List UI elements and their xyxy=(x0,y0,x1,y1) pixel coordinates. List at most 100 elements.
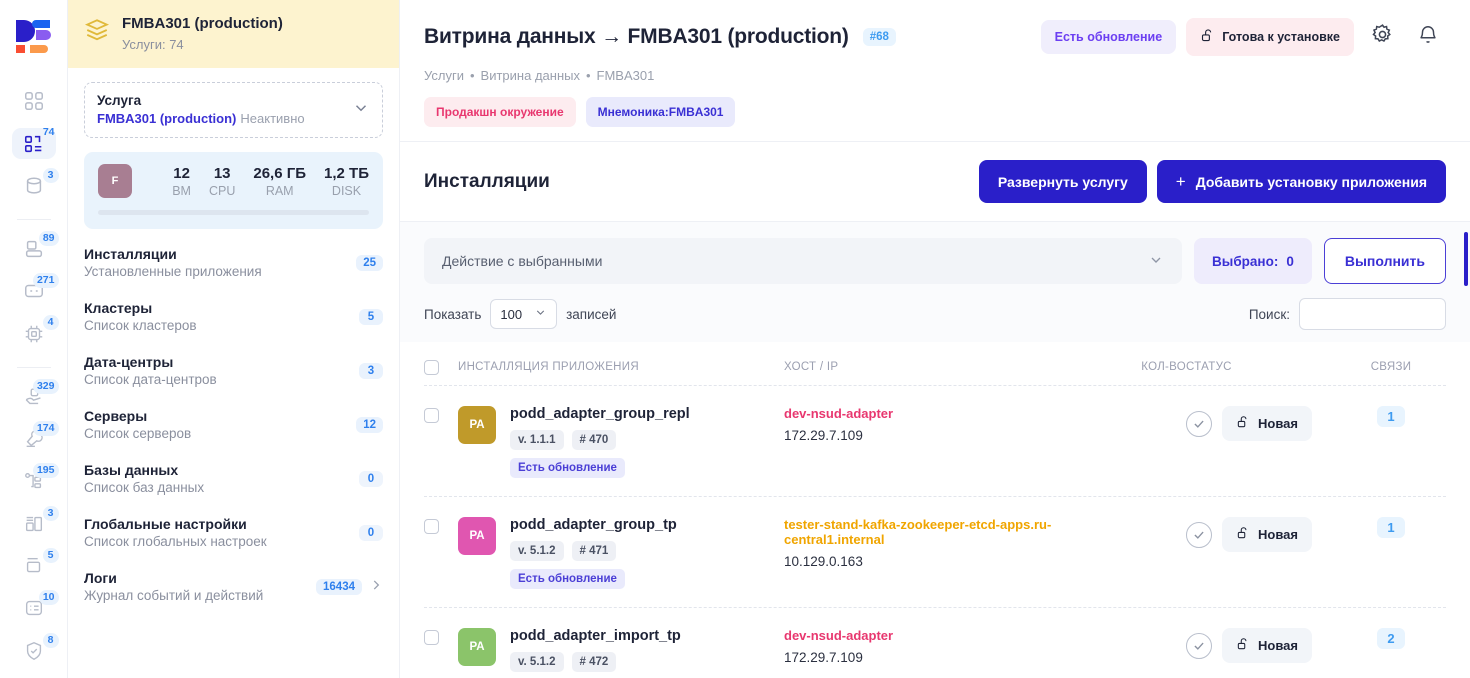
sidebar-item-label: Инсталляции xyxy=(84,246,262,262)
chevron-down-icon[interactable] xyxy=(352,99,370,120)
sidebar-item-datacenters[interactable]: Дата-центры Список дата-центров 3 xyxy=(84,343,383,397)
ds-logo[interactable] xyxy=(12,12,56,56)
app-name[interactable]: podd_adapter_group_tp xyxy=(510,517,677,533)
breadcrumb-item-2[interactable]: FMBA301 xyxy=(597,68,655,83)
section-title: Инсталляции xyxy=(424,171,550,193)
row-checkbox[interactable] xyxy=(424,630,439,645)
sidebar-item-logs[interactable]: Логи Журнал событий и действий 16434 xyxy=(84,559,383,613)
row-app-cell: PA podd_adapter_group_repl v. 1.1.1 # 47… xyxy=(458,406,784,478)
rail-item-databases[interactable]: 3 xyxy=(12,171,56,201)
app-avatar: PA xyxy=(458,406,496,444)
sidebar-item-databases[interactable]: Базы данных Список баз данных 0 xyxy=(84,451,383,505)
rail-item-servers[interactable]: 89 xyxy=(12,234,56,264)
stat-ram-value: 26,6 ГБ xyxy=(253,165,306,182)
rail-item-tasks[interactable]: 10 xyxy=(12,593,56,623)
status-label: Новая xyxy=(1258,638,1298,653)
service-avatar: F xyxy=(98,164,132,198)
header-actions: Есть обновление Готова к установке xyxy=(1041,18,1446,56)
row-checkbox[interactable] xyxy=(424,408,439,423)
breadcrumb-sep: • xyxy=(586,68,591,83)
service-selector-card[interactable]: Услуга FMBA301 (production)Неактивно xyxy=(84,82,383,138)
table-row[interactable]: PA podd_adapter_import_tp v. 5.1.2 # 472… xyxy=(424,608,1446,678)
tag-production-environment[interactable]: Продакшн окружение xyxy=(424,97,576,127)
sidebar-item-global-settings[interactable]: Глобальные настройки Список глобальных н… xyxy=(84,505,383,559)
chevron-right-icon[interactable] xyxy=(369,578,383,595)
service-nav-list: Инсталляции Установленные приложения 25 … xyxy=(84,235,383,613)
unlock-icon xyxy=(1236,526,1250,543)
unlock-icon xyxy=(1236,415,1250,432)
ready-to-install-pill[interactable]: Готова к установке xyxy=(1186,18,1354,56)
tag-mnemonic[interactable]: Мнемоника:FMBA301 xyxy=(586,97,736,127)
select-all-checkbox[interactable] xyxy=(424,360,439,375)
settings-button[interactable] xyxy=(1364,19,1400,55)
sidebar-item-count: 0 xyxy=(359,525,383,541)
rail-divider xyxy=(17,367,51,368)
row-status-cell: Новая xyxy=(1186,517,1336,552)
rail-item-security[interactable]: 8 xyxy=(12,636,56,666)
update-available-pill[interactable]: Есть обновление xyxy=(1041,20,1177,54)
page-title: Витрина данных → FMBA301 (production) xyxy=(424,25,849,49)
status-badge[interactable]: Новая xyxy=(1222,517,1312,552)
rail-item-stacks[interactable]: 5 xyxy=(12,551,56,581)
status-badge[interactable]: Новая xyxy=(1222,628,1312,663)
sidebar-item-servers[interactable]: Серверы Список серверов 12 xyxy=(84,397,383,451)
search-input[interactable] xyxy=(1299,298,1446,330)
rail-item-services[interactable]: 74 xyxy=(12,128,56,158)
app-name[interactable]: podd_adapter_group_repl xyxy=(510,406,690,422)
rail-item-applications[interactable]: 271 xyxy=(12,276,56,306)
row-checkbox[interactable] xyxy=(424,519,439,534)
vertical-scrollbar[interactable] xyxy=(1464,232,1468,286)
rail-badge: 89 xyxy=(39,231,59,246)
rail-item-dashboard[interactable] xyxy=(12,86,56,116)
host-name[interactable]: dev-nsud-adapter xyxy=(784,406,1126,421)
bell-icon xyxy=(1417,24,1439,51)
sidebar-item-count: 3 xyxy=(359,363,383,379)
installations-section-header: Инсталляции Развернуть услугу + Добавить… xyxy=(400,142,1470,221)
plus-icon: + xyxy=(1176,173,1186,190)
sidebar-item-installations[interactable]: Инсталляции Установленные приложения 25 xyxy=(84,235,383,289)
breadcrumb-item-0[interactable]: Услуги xyxy=(424,68,464,83)
breadcrumb-item-1[interactable]: Витрина данных xyxy=(481,68,580,83)
page-id-badge: #68 xyxy=(863,28,896,46)
resource-progress-bar xyxy=(98,210,369,215)
breadcrumb-sep: • xyxy=(470,68,475,83)
notifications-button[interactable] xyxy=(1410,19,1446,55)
stack-icon xyxy=(23,555,45,577)
deploy-service-button[interactable]: Развернуть услугу xyxy=(979,160,1147,203)
page-length-select[interactable]: 100 xyxy=(490,299,557,329)
bulk-action-placeholder: Действие с выбранными xyxy=(442,253,602,269)
check-circle-icon[interactable] xyxy=(1186,522,1212,548)
status-label: Новая xyxy=(1258,527,1298,542)
main-content: Витрина данных → FMBA301 (production) #6… xyxy=(400,0,1470,678)
bulk-action-select[interactable]: Действие с выбранными xyxy=(424,238,1182,284)
rail-item-approvals[interactable]: 174 xyxy=(12,424,56,454)
ready-to-install-label: Готова к установке xyxy=(1222,30,1340,44)
relations-badge[interactable]: 2 xyxy=(1377,628,1404,649)
status-badge[interactable]: Новая xyxy=(1222,406,1312,441)
execute-button[interactable]: Выполнить xyxy=(1324,238,1446,284)
service-selector-name: FMBA301 (production) xyxy=(97,111,236,126)
shield-check-icon xyxy=(23,640,45,662)
row-app-cell: PA podd_adapter_group_tp v. 5.1.2 # 471 … xyxy=(458,517,784,589)
rail-item-deliveries[interactable]: 329 xyxy=(12,382,56,412)
table-row[interactable]: PA podd_adapter_group_repl v. 1.1.1 # 47… xyxy=(424,386,1446,497)
relations-badge[interactable]: 1 xyxy=(1377,517,1404,538)
host-name[interactable]: dev-nsud-adapter xyxy=(784,628,1126,643)
rail-item-hardware[interactable]: 4 xyxy=(12,318,56,348)
sidebar-item-clusters[interactable]: Кластеры Список кластеров 5 xyxy=(84,289,383,343)
table-row[interactable]: PA podd_adapter_group_tp v. 5.1.2 # 471 … xyxy=(424,497,1446,608)
app-root: 74 3 89 xyxy=(0,0,1470,678)
app-name[interactable]: podd_adapter_import_tp xyxy=(510,628,681,644)
check-circle-icon[interactable] xyxy=(1186,633,1212,659)
add-installation-button[interactable]: + Добавить установку приложения xyxy=(1157,160,1446,203)
service-subtitle: Услуги: 74 xyxy=(122,37,283,52)
relations-badge[interactable]: 1 xyxy=(1377,406,1404,427)
grid-icon xyxy=(23,90,45,112)
check-circle-icon[interactable] xyxy=(1186,411,1212,437)
selected-count: 0 xyxy=(1286,254,1294,269)
rail-item-racks[interactable]: 3 xyxy=(12,509,56,539)
rail-item-topology[interactable]: 195 xyxy=(12,466,56,496)
app-version: v. 5.1.2 xyxy=(510,541,564,561)
table-header-row: ИНСТАЛЛЯЦИЯ ПРИЛОЖЕНИЯ ХОСТ / IP КОЛ-ВО … xyxy=(424,342,1446,386)
host-name[interactable]: tester-stand-kafka-zookeeper-etcd-apps.r… xyxy=(784,517,1126,547)
